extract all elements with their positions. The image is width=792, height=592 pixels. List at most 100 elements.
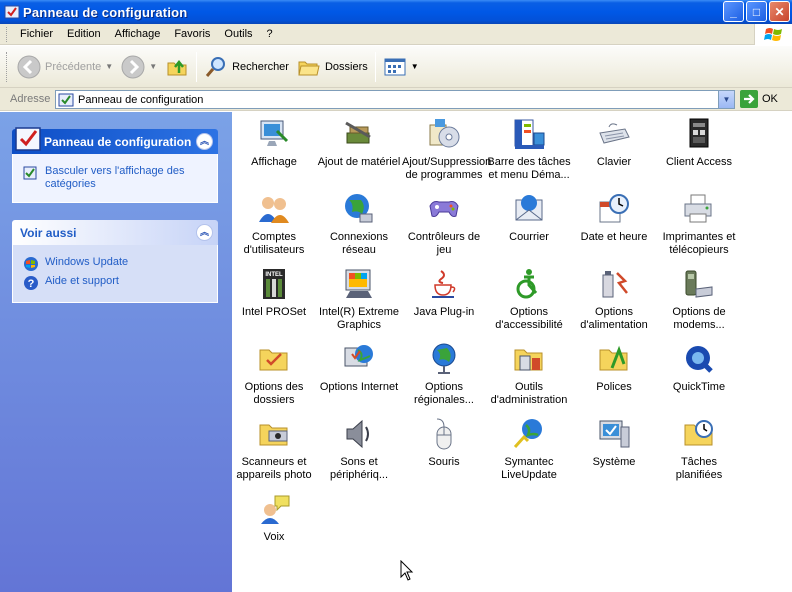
menu-help[interactable]: ? — [260, 28, 280, 40]
back-dropdown-icon[interactable]: ▼ — [105, 62, 113, 71]
help-support-link[interactable]: ? Aide et support — [23, 275, 207, 291]
item-modem-options[interactable]: Options de modems... — [657, 267, 741, 332]
close-button[interactable]: ✕ — [769, 1, 790, 22]
windows-update-icon — [24, 257, 38, 271]
system-icon — [599, 420, 630, 448]
item-power-options[interactable]: Options d'alimentation — [572, 267, 656, 332]
menu-affichage[interactable]: Affichage — [108, 28, 168, 40]
item-sounds-devices[interactable]: Sons et périphériq... — [317, 417, 401, 482]
task-pane: Panneau de configuration ︽ Basculer vers… — [0, 112, 232, 592]
category-view-icon — [23, 166, 37, 180]
switch-category-view-link[interactable]: Basculer vers l'affichage des catégories — [23, 165, 207, 191]
users-icon — [259, 197, 289, 223]
address-dropdown-button[interactable]: ▼ — [718, 91, 734, 108]
menu-favoris[interactable]: Favoris — [167, 28, 217, 40]
item-intel-graphics[interactable]: Intel(R) Extreme Graphics — [317, 267, 401, 332]
control-panel-box-header[interactable]: Panneau de configuration ︽ — [12, 127, 218, 154]
views-button[interactable]: ▼ — [379, 50, 423, 84]
address-value: Panneau de configuration — [78, 93, 204, 106]
toolbar: Précédente ▼ ▼ Rechercher Dossiers ▼ — [0, 46, 792, 88]
fonts-icon — [599, 345, 628, 371]
svg-text:?: ? — [28, 278, 35, 290]
modem-icon — [685, 270, 713, 298]
item-user-accounts[interactable]: Comptes d'utilisateurs — [232, 192, 316, 257]
windows-update-link[interactable]: Windows Update — [23, 256, 207, 272]
item-printers-faxes[interactable]: Imprimantes et télécopieurs — [657, 192, 741, 257]
menu-grip[interactable] — [6, 26, 9, 42]
java-icon — [432, 270, 456, 298]
up-folder-button[interactable] — [161, 50, 193, 84]
item-fonts[interactable]: Polices — [572, 342, 656, 394]
control-panel-large-icon — [15, 127, 41, 151]
search-button[interactable]: Rechercher — [200, 50, 293, 84]
mail-icon — [515, 195, 543, 221]
item-internet-options[interactable]: Options Internet — [317, 342, 401, 394]
globe-icon — [432, 343, 456, 374]
intel-icon: INTEL — [263, 269, 285, 299]
menu-fichier[interactable]: Fichier — [13, 28, 60, 40]
minimize-button[interactable]: _ — [723, 1, 744, 22]
item-display[interactable]: Affichage — [232, 117, 316, 169]
maximize-button[interactable]: □ — [746, 1, 767, 22]
speech-icon — [261, 495, 290, 524]
folders-button[interactable]: Dossiers — [293, 50, 372, 84]
folders-icon — [298, 61, 320, 75]
item-date-time[interactable]: Date et heure — [572, 192, 656, 244]
menu-edition[interactable]: Edition — [60, 28, 108, 40]
item-taskbar[interactable]: Barre des tâches et menu Déma... — [487, 117, 571, 182]
item-accessibility[interactable]: Options d'accessibilité — [487, 267, 571, 332]
control-panel-box-body: Basculer vers l'affichage des catégories — [12, 154, 218, 203]
liveupdate-icon — [513, 419, 542, 449]
address-input[interactable]: Panneau de configuration ▼ — [55, 90, 735, 109]
collapse-chevron-icon[interactable]: ︽ — [196, 133, 213, 150]
go-arrow-icon — [740, 90, 758, 108]
item-scheduled-tasks[interactable]: Tâches planifiées — [657, 417, 741, 482]
item-regional-options[interactable]: Options régionales... — [402, 342, 486, 407]
see-also-box: Voir aussi ︽ Windows Update ? Aide et su… — [12, 220, 218, 303]
item-mouse[interactable]: Souris — [402, 417, 486, 469]
see-also-header[interactable]: Voir aussi ︽ — [12, 220, 218, 245]
item-admin-tools[interactable]: Outils d'administration — [487, 342, 571, 407]
item-client-access[interactable]: Client Access — [657, 117, 741, 169]
control-panel-icon — [4, 5, 20, 19]
item-quicktime[interactable]: QuickTime — [657, 342, 741, 394]
item-add-remove-programs[interactable]: Ajout/Suppression de programmes — [402, 117, 491, 182]
item-intel-proset[interactable]: INTEL Intel PROSet — [232, 267, 316, 319]
address-bar: Adresse Panneau de configuration ▼ OK — [0, 88, 792, 111]
address-label: Adresse — [10, 93, 51, 105]
scheduled-tasks-icon — [684, 420, 713, 446]
scanner-icon — [259, 424, 288, 446]
gamepad-icon — [429, 201, 459, 217]
go-button[interactable]: OK — [740, 90, 778, 108]
item-network-connections[interactable]: Connexions réseau — [317, 192, 401, 257]
collapse-chevron-icon[interactable]: ︽ — [196, 224, 213, 241]
item-liveupdate[interactable]: Symantec LiveUpdate — [487, 417, 571, 482]
item-add-hardware[interactable]: Ajout de matériel — [317, 117, 401, 169]
item-java-plugin[interactable]: Java Plug-in — [402, 267, 486, 319]
mouse-icon — [436, 418, 452, 450]
control-panel-items: Affichage Ajout de matériel Ajout/Suppre… — [232, 112, 792, 592]
clock-icon — [599, 194, 629, 223]
admin-tools-icon — [514, 349, 543, 371]
toolbar-grip[interactable] — [6, 51, 9, 82]
item-scanners-cameras[interactable]: Scanneurs et appareils photo — [232, 417, 316, 482]
item-speech[interactable]: Voix — [232, 492, 316, 544]
menu-outils[interactable]: Outils — [217, 28, 259, 40]
back-button[interactable]: Précédente ▼ — [13, 50, 117, 84]
forward-dropdown-icon[interactable]: ▼ — [149, 62, 157, 71]
item-mail[interactable]: Courrier — [487, 192, 571, 244]
display-icon — [260, 120, 289, 146]
title-bar[interactable]: Panneau de configuration _ □ ✕ — [0, 0, 792, 24]
item-keyboard[interactable]: Clavier — [572, 117, 656, 169]
item-game-controllers[interactable]: Contrôleurs de jeu — [402, 192, 486, 257]
network-icon — [345, 194, 373, 223]
toolbar-separator — [196, 51, 198, 82]
back-arrow-icon — [17, 55, 41, 78]
views-dropdown-icon[interactable]: ▼ — [411, 62, 419, 71]
hardware-icon — [345, 121, 371, 144]
item-system[interactable]: Système — [572, 417, 656, 469]
forward-button[interactable]: ▼ — [117, 50, 161, 84]
item-folder-options[interactable]: Options des dossiers — [232, 342, 316, 407]
svg-text:INTEL: INTEL — [265, 272, 283, 278]
views-icon — [384, 58, 406, 75]
